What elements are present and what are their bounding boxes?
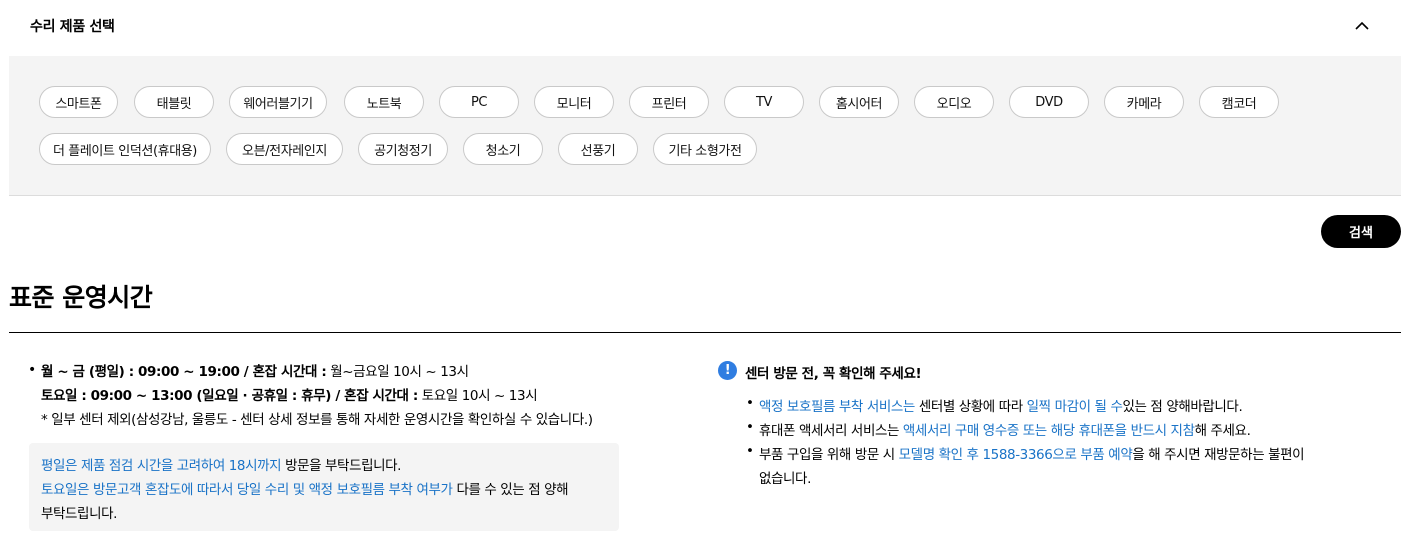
note-highlight: 평일은 제품 점검 시간을 고려하여 18시까지 <box>41 458 282 474</box>
notice-text: 부품 구입을 위해 방문 시 <box>759 447 899 463</box>
weekday-hours-label: 월 ~ 금 (평일) : 09:00 ~ 19:00 / 혼잡 시간대 : <box>41 364 327 380</box>
bullet: • <box>746 419 754 435</box>
notice-highlight: 모델명 확인 후 1588-3366으로 부품 예약 <box>898 447 1133 463</box>
notice-item-1: 액정 보호필름 부착 서비스는 센터별 상황에 따라 일찍 마감이 될 수있는 … <box>759 395 1243 415</box>
chip-fan[interactable]: 선풍기 <box>558 133 638 165</box>
product-selector-title: 수리 제품 선택 <box>30 19 115 35</box>
chip-audio[interactable]: 오디오 <box>914 86 994 118</box>
note-text: 다를 수 있는 점 양해 <box>452 482 569 498</box>
chip-oven-microwave[interactable]: 오븐/전자레인지 <box>226 133 343 165</box>
note-line-3: 부탁드립니다. <box>41 506 118 522</box>
notice-text: 을 해 주시면 재방문하는 불편이 <box>1132 447 1305 463</box>
product-selector-header: 수리 제품 선택 <box>0 0 1420 56</box>
notice-highlight: 액정 보호필름 부착 서비스는 <box>759 399 915 415</box>
bullet: • <box>746 395 754 411</box>
chip-vacuum[interactable]: 청소기 <box>463 133 543 165</box>
notice-text: 휴대폰 액세서리 서비스는 <box>759 423 903 439</box>
chip-other-appliances[interactable]: 기타 소형가전 <box>653 133 757 165</box>
product-chip-panel: 스마트폰 태블릿 웨어러블기기 노트북 PC 모니터 프린터 TV 홈시어터 오… <box>9 56 1401 196</box>
info-icon: ! <box>718 361 737 380</box>
chip-dvd[interactable]: DVD <box>1009 86 1089 118</box>
notice-item-3: 부품 구입을 위해 방문 시 모델명 확인 후 1588-3366으로 부품 예… <box>759 443 1305 463</box>
notice-item-3-continued: 없습니다. <box>759 471 811 487</box>
chip-pc[interactable]: PC <box>439 86 519 118</box>
divider <box>9 332 1401 333</box>
chip-tablet[interactable]: 태블릿 <box>134 86 214 118</box>
notice-highlight: 일찍 마감이 될 수 <box>1026 399 1123 415</box>
notice-text: 해 주세요. <box>1194 423 1251 439</box>
search-button[interactable]: 검색 <box>1321 215 1401 248</box>
note-highlight: 토요일은 방문고객 혼잡도에 따라서 당일 수리 및 액정 보호필름 부착 여부… <box>41 482 453 498</box>
section-title: 표준 운영시간 <box>9 283 153 312</box>
notice-highlight: 액세서리 구매 영수증 또는 해당 휴대폰을 반드시 지참 <box>902 423 1195 439</box>
weekday-hours: 월 ~ 금 (평일) : 09:00 ~ 19:00 / 혼잡 시간대 : 월~… <box>41 360 469 380</box>
hours-footnote: * 일부 센터 제외(삼성강남, 울릉도 - 센터 상세 정보를 통해 자세한 … <box>41 412 593 428</box>
notice-title: 센터 방문 전, 꼭 확인해 주세요! <box>745 366 922 382</box>
chip-wearable[interactable]: 웨어러블기기 <box>229 86 327 118</box>
weekday-busy-time: 월~금요일 10시 ~ 13시 <box>326 364 469 380</box>
chip-camera[interactable]: 카메라 <box>1104 86 1184 118</box>
note-line-2: 토요일은 방문고객 혼잡도에 따라서 당일 수리 및 액정 보호필름 부착 여부… <box>41 478 569 498</box>
chip-air-purifier[interactable]: 공기청정기 <box>358 133 448 165</box>
chip-smartphone[interactable]: 스마트폰 <box>39 86 118 118</box>
note-line-1: 평일은 제품 점검 시간을 고려하여 18시까지 방문을 부탁드립니다. <box>41 454 401 474</box>
bullet: • <box>746 443 754 459</box>
chip-camcorder[interactable]: 캠코더 <box>1199 86 1279 118</box>
notice-text: 센터별 상황에 따라 <box>914 399 1027 415</box>
saturday-busy-time: 토요일 10시 ~ 13시 <box>417 388 538 404</box>
saturday-hours: 토요일 : 09:00 ~ 13:00 (일요일 · 공휴일 : 휴무) / 혼… <box>41 384 538 404</box>
saturday-hours-label: 토요일 : 09:00 ~ 13:00 (일요일 · 공휴일 : 휴무) / 혼… <box>41 388 418 404</box>
chip-monitor[interactable]: 모니터 <box>534 86 614 118</box>
chip-printer[interactable]: 프린터 <box>629 86 709 118</box>
notice-text: 있는 점 양해바랍니다. <box>1122 399 1243 415</box>
bullet: • <box>28 362 36 378</box>
chip-tv[interactable]: TV <box>724 86 804 118</box>
chip-plate-induction[interactable]: 더 플레이트 인덕션(휴대용) <box>39 133 211 165</box>
chip-home-theater[interactable]: 홈시어터 <box>819 86 899 118</box>
notice-item-2: 휴대폰 액세서리 서비스는 액세서리 구매 영수증 또는 해당 휴대폰을 반드시… <box>759 419 1251 439</box>
hours-note-box: 평일은 제품 점검 시간을 고려하여 18시까지 방문을 부탁드립니다. 토요일… <box>29 443 619 531</box>
note-text: 방문을 부탁드립니다. <box>281 458 402 474</box>
chip-laptop[interactable]: 노트북 <box>344 86 424 118</box>
chevron-up-icon[interactable] <box>1352 16 1372 36</box>
